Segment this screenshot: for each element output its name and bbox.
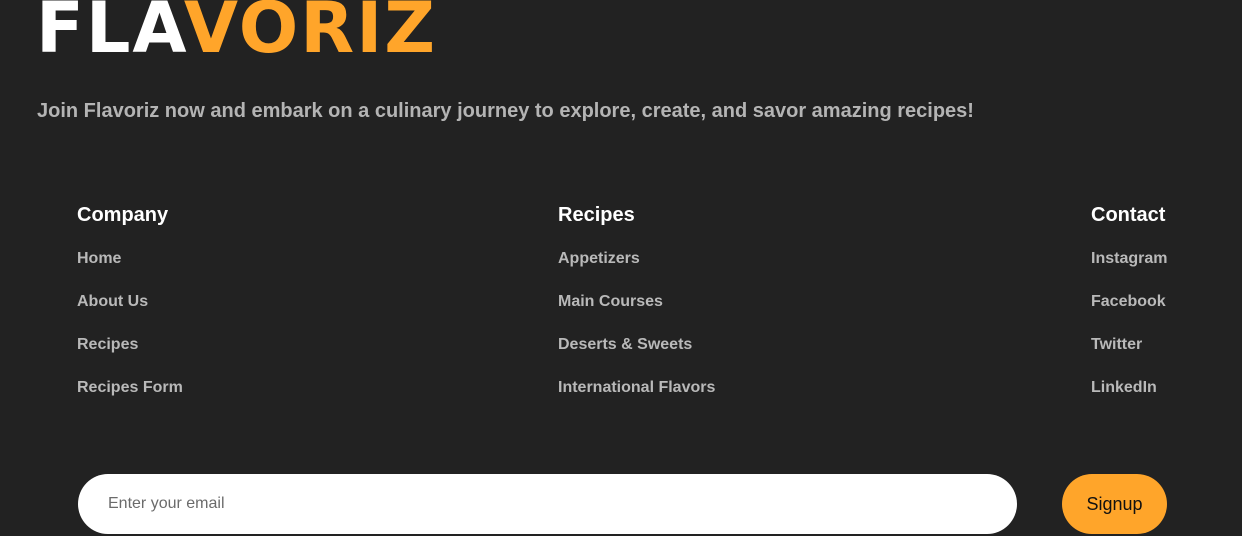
- email-input[interactable]: [78, 474, 1017, 534]
- logo-text-orange: VORIZ: [183, 0, 438, 69]
- link-linkedin[interactable]: LinkedIn: [1091, 378, 1167, 397]
- brand-logo: FLAVORIZ: [36, 0, 437, 70]
- link-deserts-sweets[interactable]: Deserts & Sweets: [558, 335, 715, 354]
- link-about-us[interactable]: About Us: [77, 292, 183, 311]
- link-twitter[interactable]: Twitter: [1091, 335, 1167, 354]
- link-recipes-form[interactable]: Recipes Form: [77, 378, 183, 397]
- link-facebook[interactable]: Facebook: [1091, 292, 1167, 311]
- link-home[interactable]: Home: [77, 249, 183, 268]
- link-main-courses[interactable]: Main Courses: [558, 292, 715, 311]
- link-appetizers[interactable]: Appetizers: [558, 249, 715, 268]
- footer-column-company: Company Home About Us Recipes Recipes Fo…: [77, 204, 183, 421]
- column-title-company: Company: [77, 204, 169, 226]
- signup-button[interactable]: Signup: [1062, 474, 1167, 534]
- column-title-contact: Contact: [1091, 204, 1166, 226]
- footer-column-contact: Contact Instagram Facebook Twitter Linke…: [1091, 204, 1167, 421]
- recipes-links: Appetizers Main Courses Deserts & Sweets…: [558, 249, 715, 397]
- link-international-flavors[interactable]: International Flavors: [558, 378, 715, 397]
- footer-column-recipes: Recipes Appetizers Main Courses Deserts …: [558, 204, 715, 421]
- company-links: Home About Us Recipes Recipes Form: [77, 249, 183, 397]
- link-recipes[interactable]: Recipes: [77, 335, 183, 354]
- contact-links: Instagram Facebook Twitter LinkedIn: [1091, 249, 1167, 397]
- column-title-recipes: Recipes: [558, 204, 635, 226]
- link-instagram[interactable]: Instagram: [1091, 249, 1167, 268]
- tagline: Join Flavoriz now and embark on a culina…: [37, 100, 974, 122]
- logo-text-white: FLA: [36, 0, 184, 69]
